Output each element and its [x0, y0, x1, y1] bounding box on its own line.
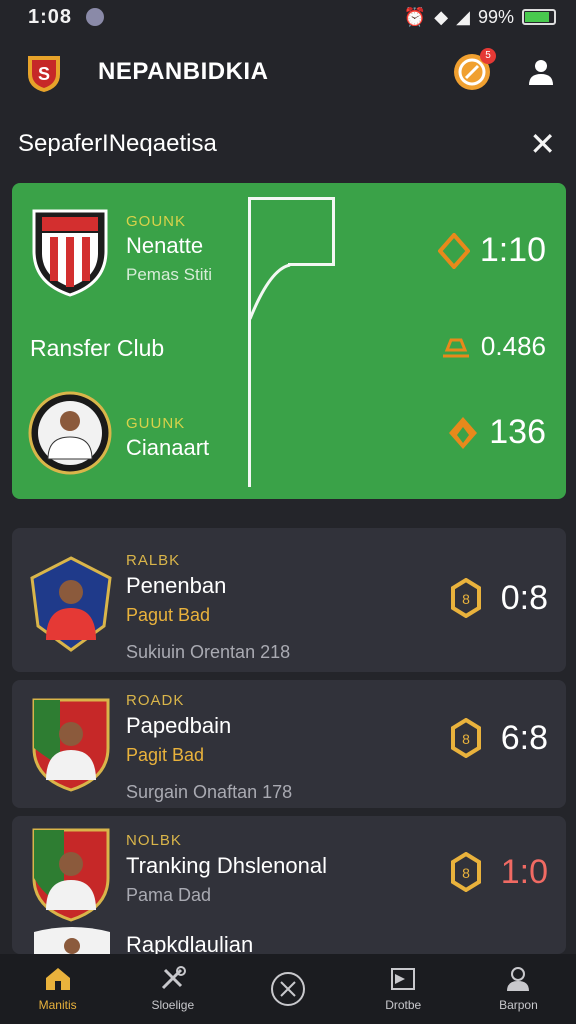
section-header: SepaferINeqaetisa ✕: [0, 122, 576, 166]
svg-text:8: 8: [462, 591, 470, 607]
hero-stat: 0.486: [441, 331, 546, 362]
hero-stat-value: 0.486: [480, 331, 546, 361]
player-avatar: [32, 698, 110, 792]
app-bar: S NEPANBIDKIA 5: [0, 36, 576, 108]
card-label: NOLBK: [126, 832, 182, 849]
diamond-icon: [437, 232, 470, 269]
nav-label: Sloelige: [151, 998, 195, 1012]
card-location: Surgain Onaftan 178: [126, 782, 293, 802]
card-name: Rapkdlaulian: [126, 932, 254, 954]
nav-label: Barpon: [499, 998, 538, 1012]
svg-text:S: S: [38, 64, 50, 84]
field-line: [332, 197, 335, 265]
hero-stat: 136: [447, 413, 546, 452]
card-label: RALBK: [126, 552, 181, 569]
field-line: [288, 263, 335, 266]
team1-crest: [32, 209, 108, 297]
card-name: Papedbain: [126, 713, 232, 738]
card-name: Tranking Dhslenonal: [126, 853, 327, 878]
card-label: ROADK: [126, 692, 185, 709]
trophy-icon: [442, 338, 469, 357]
bottom-nav: Manitis Sloelige Drotbe Barpon: [0, 954, 576, 1024]
battery-icon: [522, 9, 556, 25]
compass-icon[interactable]: 5: [454, 48, 496, 90]
notification-icon: [86, 8, 105, 26]
section-title: SepaferINeqaetisa: [18, 130, 217, 157]
profile-icon[interactable]: [526, 57, 556, 87]
signal-icon: ◢: [456, 6, 470, 27]
nav-item-close[interactable]: [230, 954, 345, 1024]
team2-avatar: [28, 391, 112, 475]
card-location: Sukiuin Orentan 218: [126, 642, 291, 662]
nav-item-tools[interactable]: Sloelige: [115, 954, 230, 1024]
team1-label: GOUNK: [126, 213, 187, 230]
player-avatar: [34, 927, 110, 954]
battery-percent: 99%: [477, 6, 514, 27]
hex-badge-icon: 8: [450, 578, 481, 618]
nav-item-profile[interactable]: Barpon: [461, 954, 576, 1024]
home-icon: [45, 968, 70, 990]
team2-info: GUUNK Cianaart: [126, 415, 209, 461]
alarm-icon: ⏰: [403, 6, 427, 27]
close-circle-icon: [271, 972, 305, 1006]
hero-stat: 1:10: [437, 231, 546, 270]
card-score: 0:8: [500, 578, 548, 617]
close-button[interactable]: ✕: [529, 128, 556, 160]
wifi-icon: ◆: [434, 6, 449, 27]
card-position: Pagut Bad: [126, 605, 211, 625]
flame-icon: [449, 416, 478, 449]
field-line: [248, 197, 251, 487]
card-name: Penenban: [126, 573, 227, 598]
nav-item-flag[interactable]: Drotbe: [346, 954, 461, 1024]
hero-stat-value: 1:10: [479, 231, 546, 269]
hero-card[interactable]: GOUNK Nenatte Pemas Stiti Ransfer Club G…: [12, 183, 566, 499]
nav-label: Drotbe: [385, 998, 422, 1012]
app-logo: S: [28, 56, 60, 92]
hex-badge-icon: 8: [450, 718, 481, 758]
profile-icon: [507, 967, 530, 991]
status-time: 1:08: [28, 5, 73, 28]
field-arc: [248, 263, 291, 320]
card-position: Pagit Bad: [126, 745, 205, 765]
team1-name: Nenatte: [126, 233, 204, 258]
list-item[interactable]: ROADK Papedbain Pagit Bad Surgain Onafta…: [12, 680, 566, 808]
team2-name: Cianaart: [126, 435, 210, 460]
player-avatar: [32, 828, 110, 922]
club-label: Ransfer Club: [30, 335, 165, 361]
notification-badge: 5: [480, 48, 496, 64]
team1-info: GOUNK Nenatte Pemas Stiti: [126, 213, 212, 285]
flag-icon: [391, 968, 416, 990]
app-title: NEPANBIDKIA: [98, 58, 269, 85]
nav-label: Manitis: [38, 998, 77, 1012]
svg-text:8: 8: [462, 731, 470, 747]
status-icons: ⏰ ◆ ◢ 99%: [404, 7, 556, 28]
team1-sub: Pemas Stiti: [126, 265, 212, 284]
card-position: Pama Dad: [126, 885, 212, 905]
team2-label: GUUNK: [126, 415, 186, 432]
list-item[interactable]: RALBK Penenban Pagut Bad Sukiuin Orentan…: [12, 528, 566, 672]
list-item[interactable]: NOLBK Tranking Dhslenonal Pama Dad 8 1:0…: [12, 816, 566, 954]
card-score: 6:8: [500, 718, 548, 757]
svg-text:8: 8: [462, 865, 470, 881]
hero-stat-value: 136: [489, 413, 546, 451]
status-bar: 1:08 ⏰ ◆ ◢ 99%: [0, 0, 576, 34]
tools-icon: [161, 966, 186, 990]
player-avatar: [30, 556, 112, 652]
card-score: 1:0: [500, 852, 548, 891]
nav-item-home[interactable]: Manitis: [0, 954, 115, 1024]
hex-badge-icon: 8: [450, 852, 481, 892]
field-line: [248, 197, 334, 200]
